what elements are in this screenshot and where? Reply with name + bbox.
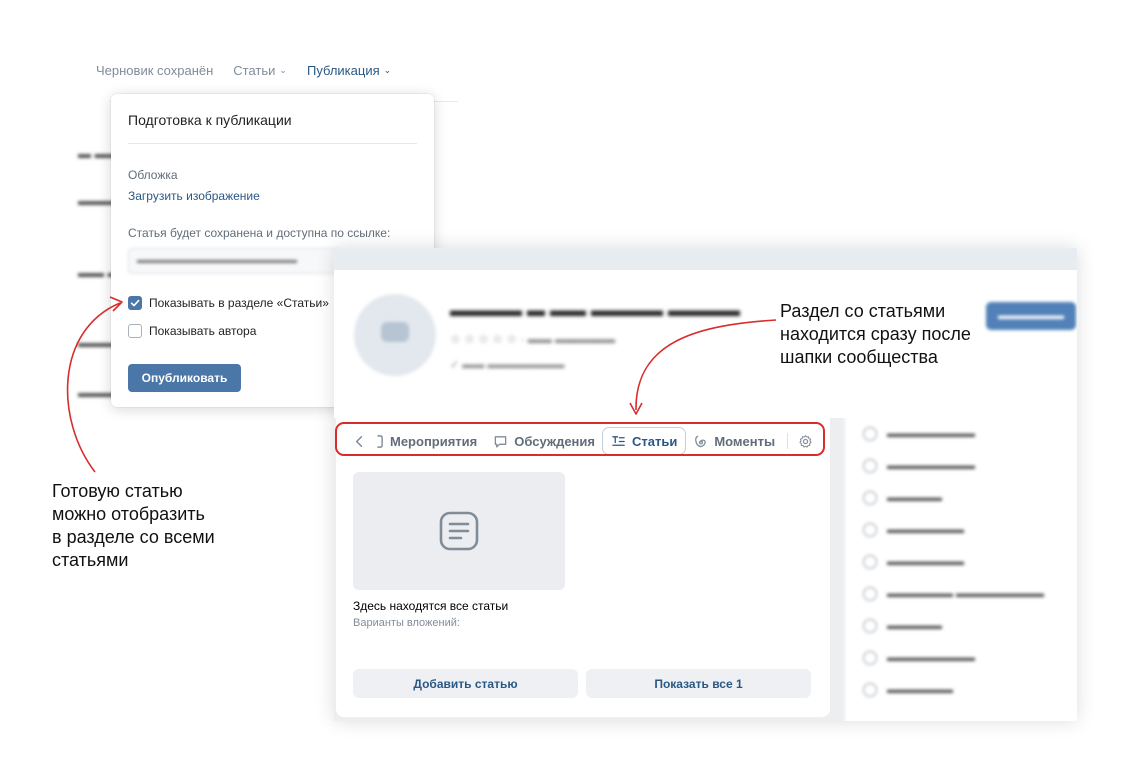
annotation-arrows <box>66 296 777 473</box>
right-arrow-icon <box>635 319 777 411</box>
left-arrow-icon <box>66 302 121 473</box>
